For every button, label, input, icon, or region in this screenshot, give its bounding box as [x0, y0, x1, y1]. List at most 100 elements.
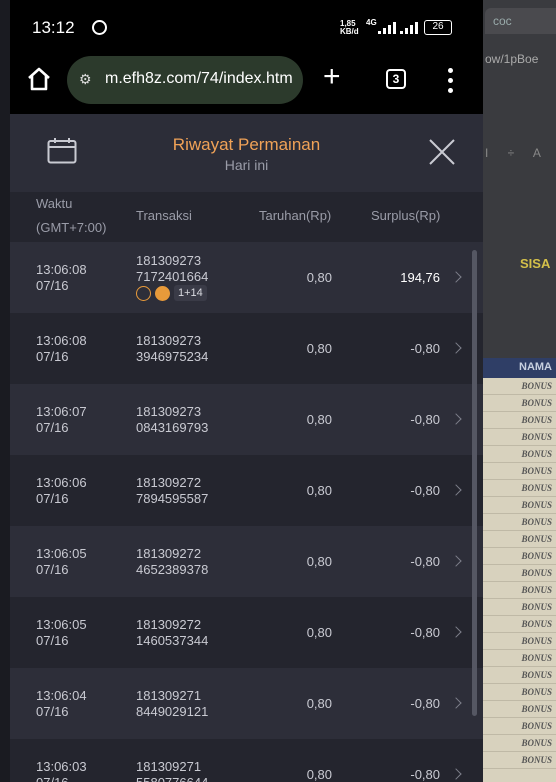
signal-icon [378, 22, 396, 34]
modal-header: Riwayat Permainan Hari ini [10, 114, 483, 192]
chevron-right-icon[interactable] [450, 697, 462, 709]
row-time: 13:06:08 [36, 262, 87, 277]
row-time: 13:06:05 [36, 546, 87, 561]
new-tab-icon[interactable]: + [323, 60, 341, 94]
background-bonus-label: BONUS [521, 738, 552, 748]
row-date: 07/16 [36, 420, 69, 435]
background-tab: coc [485, 8, 556, 34]
row-surplus: -0,80 [410, 483, 440, 498]
address-bar[interactable]: ⚙ m.efh8z.com/74/index.htm [67, 56, 303, 104]
menu-icon[interactable] [448, 68, 454, 93]
row-date: 07/16 [36, 491, 69, 506]
background-bonus-label: BONUS [521, 602, 552, 612]
row-datetime: 13:06:0307/16 [36, 759, 87, 782]
history-row[interactable]: 13:06:05 07/16 181309272 4652389378 0,80 -0,8… [10, 526, 483, 597]
history-row[interactable]: 13:06:08 07/16 181309273 7172401664 1+14 0,80… [10, 242, 483, 313]
row-transaction-id-1: 181309271 [136, 688, 202, 703]
background-bonus-label: BONUS [521, 415, 552, 425]
free-spin-icon [155, 285, 170, 301]
background-bonus-label: BONUS [521, 398, 552, 408]
row-badges: 1+14 [136, 285, 207, 301]
row-transaction-id-2: 0843169793 [136, 420, 209, 435]
scrollbar[interactable] [472, 250, 477, 716]
chevron-right-icon[interactable] [450, 768, 462, 780]
background-bonus-label: BONUS [521, 704, 552, 714]
battery-icon: 26 [424, 20, 452, 35]
tab-switcher-button[interactable]: 3 [386, 69, 406, 89]
chevron-right-icon[interactable] [450, 342, 462, 354]
row-bet: 0,80 [306, 341, 332, 356]
row-datetime: 13:06:08 07/16 [36, 333, 87, 365]
row-datetime: 13:06:06 07/16 [36, 475, 87, 507]
background-rows: BONUS BONUS BONUS BONUS BONUS BONUS BONUS BONUS… [483, 378, 556, 782]
background-bonus-label: BONUS [521, 500, 552, 510]
modal-subtitle: Hari ini [224, 157, 269, 173]
chevron-right-icon[interactable] [450, 555, 462, 567]
history-row[interactable]: 13:06:04 07/16 181309271 8449029121 0,80 -0,8… [10, 668, 483, 739]
row-date: 07/16 [36, 562, 69, 577]
row-transaction-id-2: 8449029121 [136, 704, 209, 719]
row-transaction: 181309272 7894595587 [136, 475, 208, 507]
row-transaction-id-1: 181309272 [136, 546, 202, 561]
row-datetime: 13:06:05 07/16 [36, 617, 87, 649]
row-time: 13:06:07 [36, 404, 87, 419]
row-time: 13:06:08 [36, 333, 87, 348]
chevron-right-icon[interactable] [450, 271, 462, 283]
row-bet: 0,80 [306, 767, 332, 782]
background-toolbar: I ÷ A [485, 146, 549, 160]
row-surplus: 194,76 [400, 270, 440, 285]
row-time: 13:06:06 [36, 475, 87, 490]
close-icon[interactable] [428, 138, 456, 166]
row-badge-count: 1+14 [174, 285, 207, 301]
background-sisa-label: SISA [520, 256, 551, 271]
column-transaction: Transaksi [136, 208, 192, 223]
row-transaction-id-1: 181309273 [136, 333, 202, 348]
modal-title: Riwayat Permainan [172, 135, 321, 154]
background-bonus-label: BONUS [521, 636, 552, 646]
row-transaction-id-2: 4652389378 [136, 562, 209, 577]
background-bonus-label: BONUS [521, 670, 552, 680]
row-transaction-id-1: 181309271 [136, 759, 202, 774]
row-surplus: -0,80 [410, 696, 440, 711]
signal-icon-2 [400, 22, 418, 34]
row-bet: 0,80 [306, 483, 332, 498]
background-bonus-label: BONUS [521, 483, 552, 493]
chevron-right-icon[interactable] [450, 413, 462, 425]
screen: coc ow/1pBoe I ÷ A SISA NAMA BONUS BONUS B… [0, 0, 556, 782]
background-bonus-label: BONUS [521, 721, 552, 731]
site-settings-icon[interactable]: ⚙ [79, 71, 92, 88]
row-transaction-id-2: 5580776644 [136, 775, 208, 782]
row-datetime: 13:06:08 07/16 [36, 262, 87, 294]
history-row[interactable]: 13:06:07 07/16 181309273 0843169793 0,80 -0,8… [10, 384, 483, 455]
column-time: Waktu [36, 196, 73, 211]
network-type: 4G [366, 18, 377, 27]
row-time: 13:06:04 [36, 688, 87, 703]
row-datetime: 13:06:04 07/16 [36, 688, 87, 720]
table-header: Waktu (GMT+7:00) Transaksi Taruhan(Rp) S… [10, 192, 483, 242]
row-transaction-id-1: 181309273 [136, 253, 202, 268]
row-transaction: 1813092715580776644 [136, 759, 208, 782]
row-bet: 0,80 [306, 412, 332, 427]
row-surplus: -0,80 [410, 554, 440, 569]
url-text: m.efh8z.com/74/index.htm [105, 70, 293, 87]
row-transaction: 181309273 3946975234 [136, 333, 208, 365]
history-row[interactable]: 13:06:05 07/16 181309272 1460537344 0,80 -0,8… [10, 597, 483, 668]
background-bonus-label: BONUS [521, 619, 552, 629]
chevron-right-icon[interactable] [450, 484, 462, 496]
background-top: coc ow/1pBoe I ÷ A [483, 0, 556, 360]
row-date: 07/16 [36, 704, 69, 719]
chevron-right-icon[interactable] [450, 626, 462, 638]
home-icon[interactable] [26, 66, 52, 92]
background-url: ow/1pBoe [485, 52, 539, 66]
row-bet: 0,80 [306, 625, 332, 640]
history-row[interactable]: 13:06:08 07/16 181309273 3946975234 0,80 -0,8… [10, 313, 483, 384]
history-row[interactable]: 13:06:06 07/16 181309272 7894595587 0,80 -0,8… [10, 455, 483, 526]
column-timezone: (GMT+7:00) [36, 220, 107, 235]
column-surplus: Surplus(Rp) [371, 208, 441, 223]
clock: 13:12 [32, 18, 75, 37]
row-date: 07/16 [36, 633, 69, 648]
net-speed-unit: KB/d [340, 27, 359, 36]
row-transaction: 181309271 8449029121 [136, 688, 208, 720]
history-row[interactable]: 13:06:0307/16 1813092715580776644 0,80 -0,8… [10, 739, 483, 782]
row-datetime: 13:06:05 07/16 [36, 546, 87, 578]
